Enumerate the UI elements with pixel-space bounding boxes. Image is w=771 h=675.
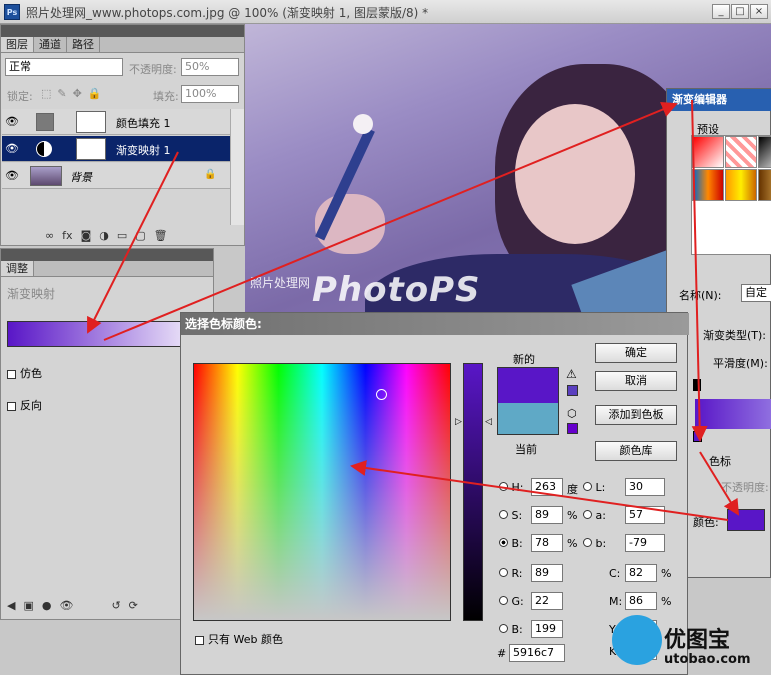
arrow-color-to-picker (350, 460, 729, 521)
annotation-arrows (87, 99, 740, 521)
logo-text: 优图宝 (664, 628, 731, 653)
arrow-editor-to-stop (691, 99, 708, 442)
utobao-logo-icon (612, 615, 662, 665)
arrow-stop-to-color (699, 451, 740, 516)
logo-url: utobao.com (664, 652, 751, 667)
arrow-gradient-to-editor (103, 101, 678, 341)
arrow-layer-to-gradient (87, 151, 179, 334)
